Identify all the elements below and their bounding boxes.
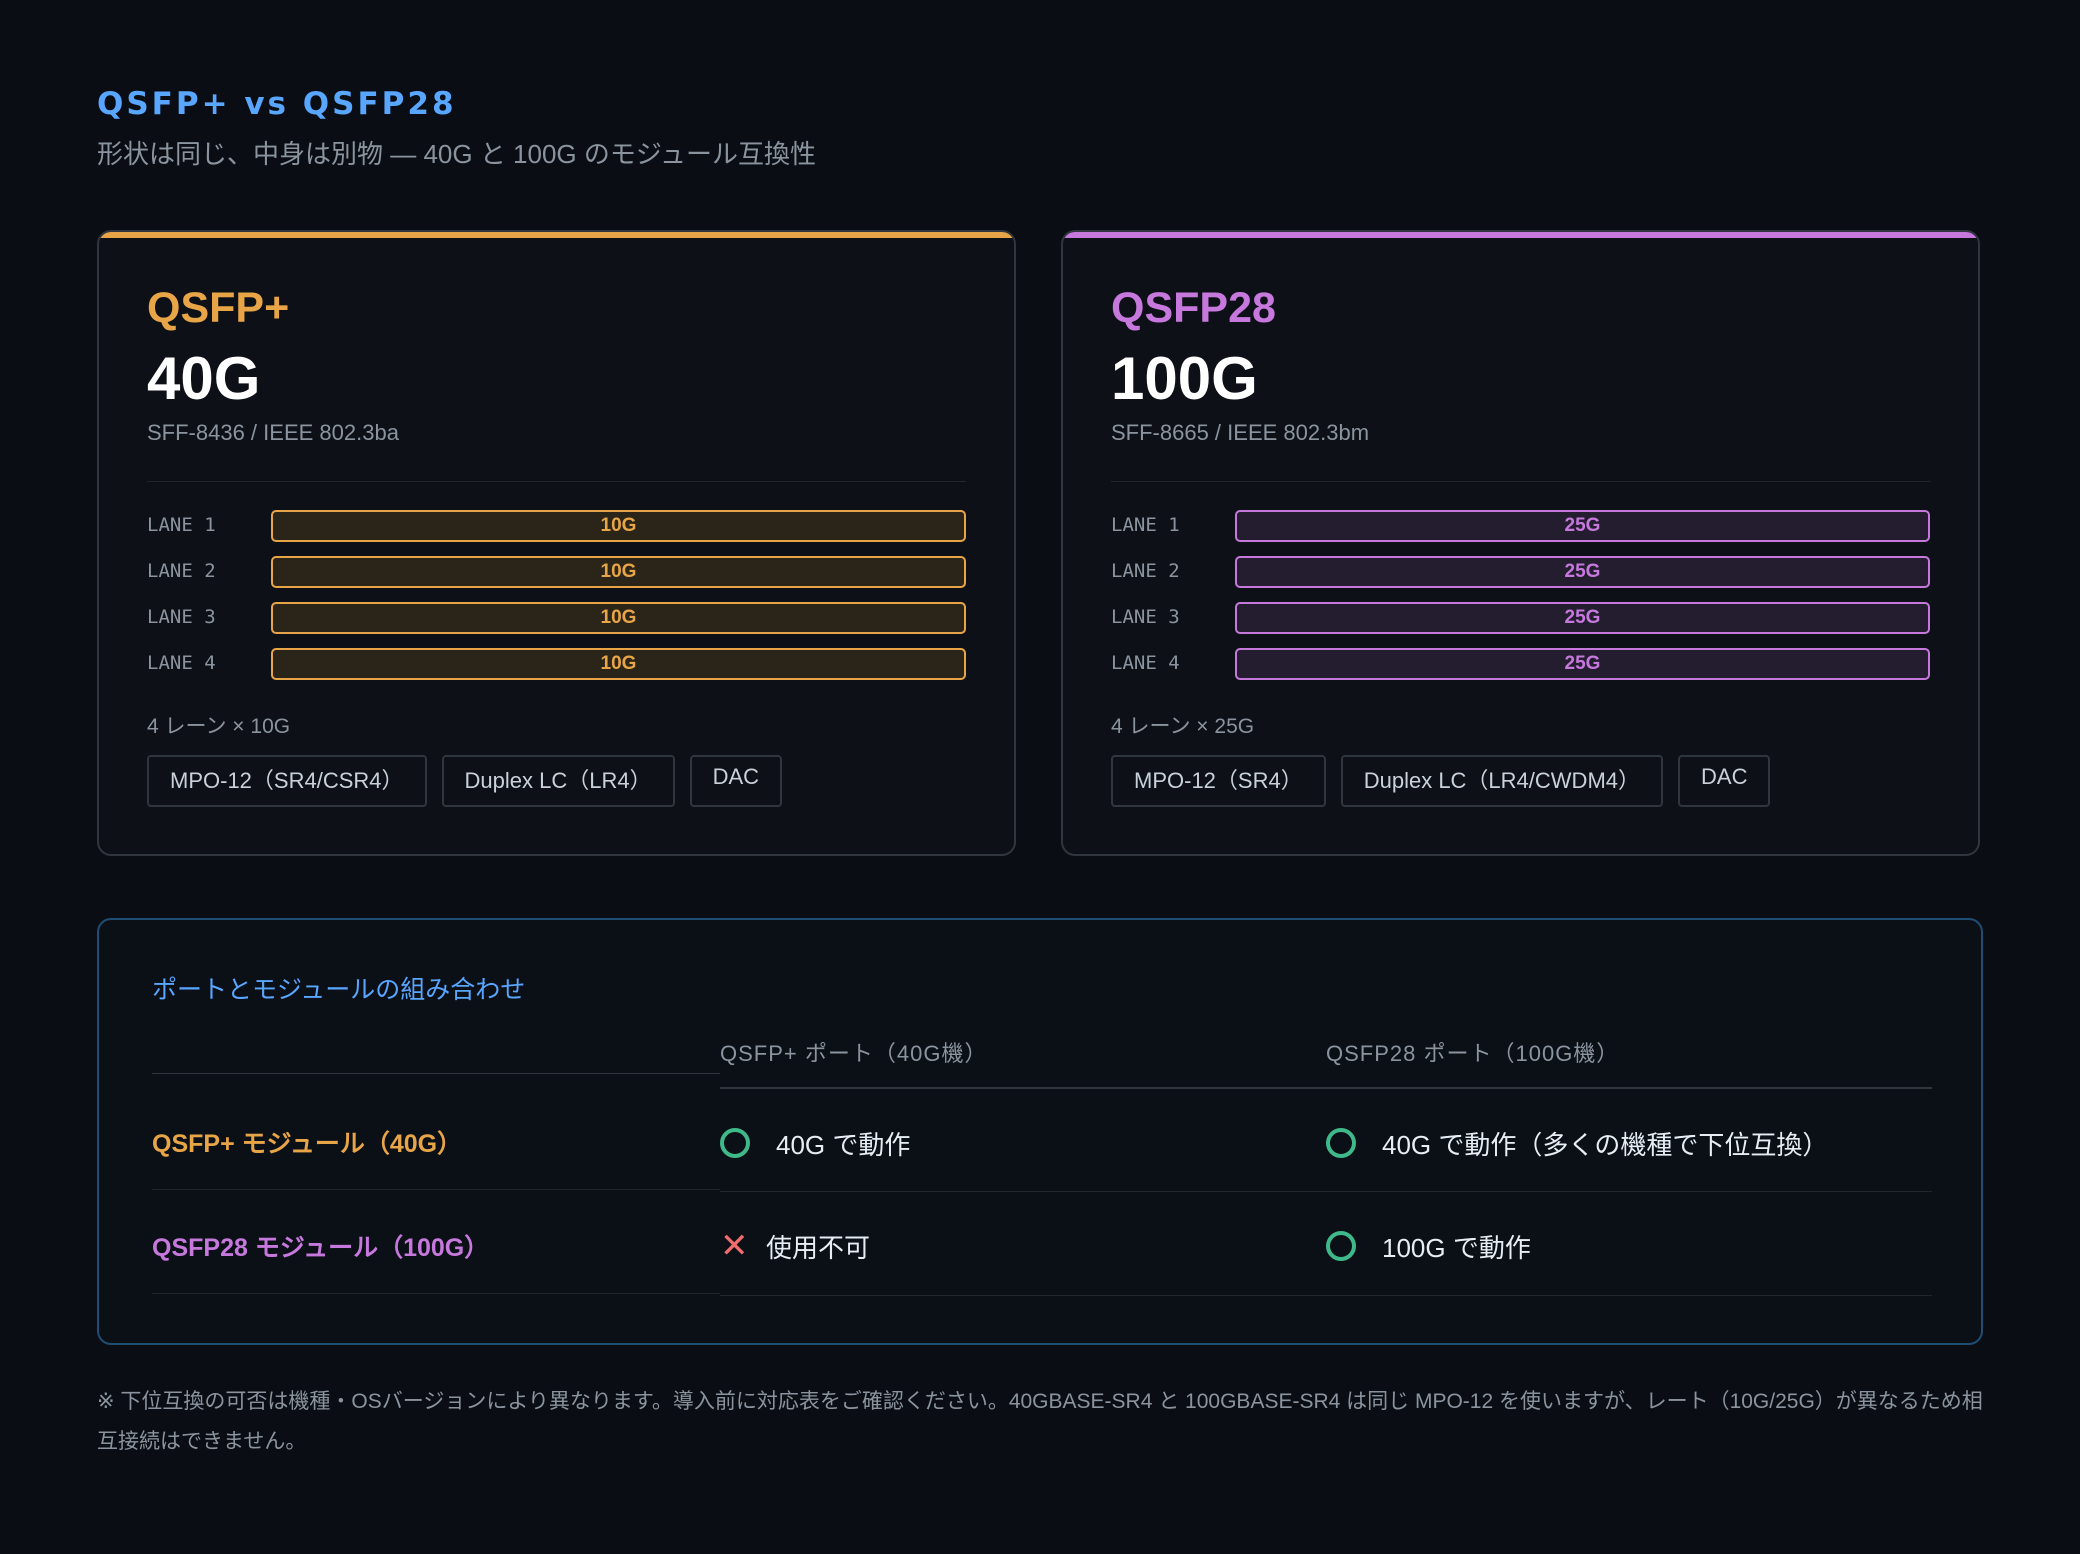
connector-list: MPO-12（SR4） Duplex LC（LR4/CWDM4） DAC [1111,755,1771,807]
ok-circle-icon [1326,1231,1356,1261]
card-name: QSFP+ [147,284,290,332]
row-divider [720,1295,1932,1296]
lane-label: LANE 4 [147,652,216,674]
card-standard: SFF-8436 / IEEE 802.3ba [147,420,399,445]
card-standard: SFF-8665 / IEEE 802.3bm [1111,420,1370,445]
row-label-qsfp28-module: QSFP28 モジュール（100G） [152,1234,490,1262]
lane-label: LANE 2 [1111,560,1180,582]
lane-bar: 25G [1235,510,1930,542]
lane-summary: 4 レーン × 10G [147,715,291,738]
lane-row: LANE 4 25G [1111,648,1930,680]
column-header-qsfp-plus-port: QSFP+ ポート（40G機） [720,1041,988,1066]
lane-row: LANE 2 25G [1111,556,1930,588]
lane-bar: 10G [271,648,966,680]
cell-text: 使用不可 [766,1232,871,1263]
footnote: ※ 下位互換の可否は機種・OSバージョンにより異なります。導入前に対応表をご確認… [97,1390,1983,1453]
ok-circle-icon [1326,1128,1356,1158]
lane-bar: 25G [1235,648,1930,680]
divider [147,481,966,482]
row-divider [720,1191,1932,1192]
lane-list: LANE 1 10G LANE 2 10G LANE 3 10G LANE 4 … [147,510,966,694]
divider [1111,481,1930,482]
header-rule [720,1087,1932,1089]
page-subtitle: 形状は同じ、中身は別物 — 40G と 100G のモジュール互換性 [97,139,817,169]
lane-summary: 4 レーン × 25G [1111,715,1255,738]
compat-title: ポートとモジュールの組み合わせ [152,976,526,1004]
lane-label: LANE 2 [147,560,216,582]
lane-bar: 10G [271,510,966,542]
cell-text: 40G で動作（多くの機種で下位互換） [1382,1129,1829,1160]
qsfp-plus-card: QSFP+ 40G SFF-8436 / IEEE 802.3ba LANE 1… [97,230,1016,856]
lane-list: LANE 1 25G LANE 2 25G LANE 3 25G LANE 4 … [1111,510,1930,694]
connector-tag: MPO-12（SR4） [1111,755,1326,807]
lane-label: LANE 4 [1111,652,1180,674]
lane-row: LANE 2 10G [147,556,966,588]
connector-list: MPO-12（SR4/CSR4） Duplex LC（LR4） DAC [147,755,783,807]
ok-circle-icon [720,1128,750,1158]
table-cell: 100G で動作 [1326,1226,1531,1266]
connector-tag: Duplex LC（LR4/CWDM4） [1340,755,1664,807]
lane-row: LANE 3 10G [147,602,966,634]
lane-label: LANE 1 [147,514,216,536]
connector-tag: Duplex LC（LR4） [441,755,675,807]
cell-text: 100G で動作 [1382,1232,1531,1263]
row-label-qsfp-plus-module: QSFP+ モジュール（40G） [152,1130,463,1158]
card-speed: 100G [1111,345,1258,412]
lane-bar: 10G [271,602,966,634]
card-accent-bar [1063,232,1978,238]
table-cell: 40G で動作 [720,1123,910,1163]
lane-bar: 25G [1235,556,1930,588]
compatibility-table: ポートとモジュールの組み合わせ QSFP+ ポート（40G機） QSFP28 ポ… [97,918,1983,1345]
lane-label: LANE 1 [1111,514,1180,536]
column-header-qsfp28-port: QSFP28 ポート（100G機） [1326,1041,1620,1066]
lane-label: LANE 3 [147,606,216,628]
cell-text: 40G で動作 [776,1129,911,1160]
table-cell: ✕ 使用不可 [720,1226,870,1266]
lane-row: LANE 1 10G [147,510,966,542]
connector-tag: DAC [689,755,783,807]
card-accent-bar [99,232,1014,238]
row-divider [152,1189,720,1190]
card-speed: 40G [147,345,261,412]
lane-row: LANE 4 10G [147,648,966,680]
qsfp28-card: QSFP28 100G SFF-8665 / IEEE 802.3bm LANE… [1061,230,1980,856]
connector-tag: MPO-12（SR4/CSR4） [147,755,427,807]
table-cell: 40G で動作（多くの機種で下位互換） [1326,1123,1828,1163]
lane-row: LANE 1 25G [1111,510,1930,542]
lane-bar: 25G [1235,602,1930,634]
row-divider [152,1293,720,1294]
lane-label: LANE 3 [1111,606,1180,628]
page-title: QSFP+ vs QSFP28 [97,86,457,122]
cross-icon: ✕ [720,1227,749,1265]
header-rule [152,1073,720,1074]
connector-tag: DAC [1678,755,1771,807]
lane-bar: 10G [271,556,966,588]
card-name: QSFP28 [1111,284,1276,332]
lane-row: LANE 3 25G [1111,602,1930,634]
